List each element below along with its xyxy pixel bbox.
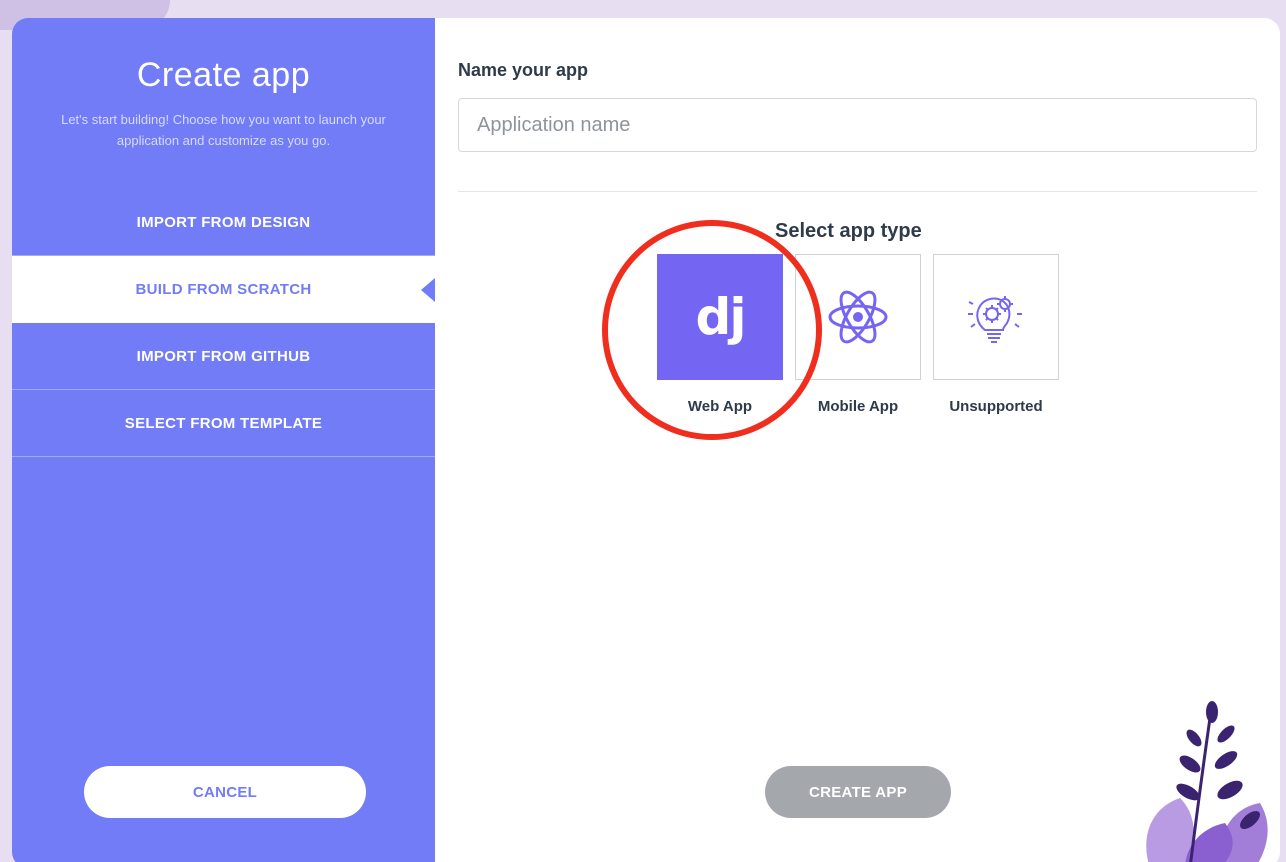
sidebar: Create app Let's start building! Choose … [12, 18, 435, 862]
modal-title: Create app [136, 56, 311, 94]
creation-method-list: IMPORT FROM DESIGN BUILD FROM SCRATCH IM… [12, 189, 435, 457]
method-import-from-github[interactable]: IMPORT FROM GITHUB [12, 323, 435, 390]
app-type-label: Unsupported [949, 398, 1043, 415]
method-label: SELECT FROM TEMPLATE [124, 414, 323, 432]
app-type-web[interactable]: dj [657, 254, 783, 380]
app-type-label: Mobile App [817, 398, 899, 415]
section-divider [458, 191, 1257, 192]
cancel-button[interactable]: CANCEL [84, 766, 366, 818]
lightbulb-gears-icon [968, 296, 1022, 343]
plant-illustration [1146, 701, 1268, 862]
method-label: IMPORT FROM DESIGN [136, 213, 311, 231]
app-type-heading: Select app type [775, 220, 922, 242]
method-import-from-design[interactable]: IMPORT FROM DESIGN [12, 189, 435, 256]
method-build-from-scratch[interactable]: BUILD FROM SCRATCH [12, 256, 435, 323]
django-icon: dj [695, 288, 747, 346]
modal-subtitle: Let's start building! Choose how you wan… [61, 112, 386, 148]
method-label: BUILD FROM SCRATCH [135, 281, 312, 298]
create-app-modal: Create app Let's start building! Choose … [12, 18, 1280, 862]
method-select-from-template[interactable]: SELECT FROM TEMPLATE [12, 390, 435, 457]
method-label: IMPORT FROM GITHUB [136, 347, 311, 365]
app-type-unsupported[interactable] [933, 254, 1059, 380]
react-atom-icon [828, 290, 888, 344]
active-caret-icon [421, 277, 435, 302]
app-type-mobile[interactable] [795, 254, 921, 380]
app-type-label: Web App [687, 398, 753, 415]
create-app-button[interactable]: CREATE APP [765, 766, 951, 818]
main-panel: Name your app Select app type dj Web App… [435, 18, 1280, 862]
app-name-input[interactable] [458, 98, 1257, 152]
name-label: Name your app [458, 60, 589, 80]
